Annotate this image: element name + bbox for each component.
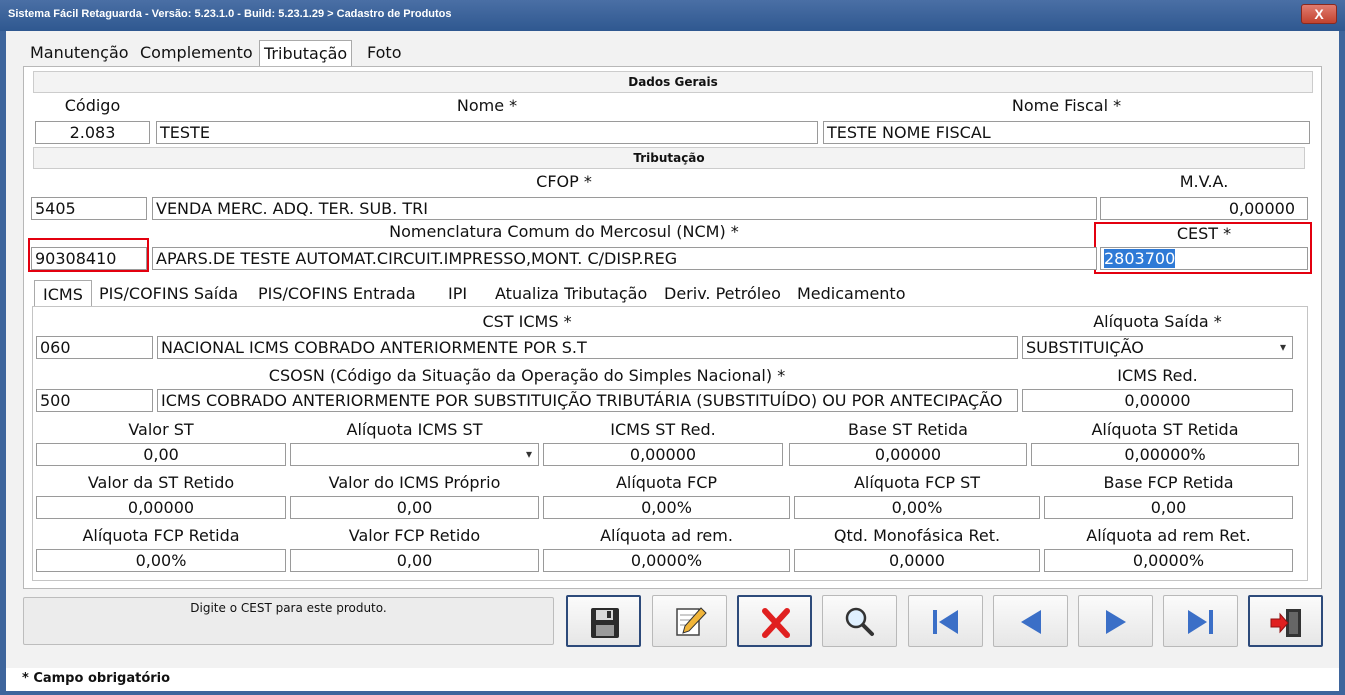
subtab-atualiza-tributacao[interactable]: Atualiza Tributação bbox=[491, 281, 651, 307]
edit-pencil-icon bbox=[676, 607, 707, 636]
cfop-label: CFOP * bbox=[536, 172, 592, 191]
ncm-description-field[interactable]: APARS.DE TESTE AUTOMAT.CIRCUIT.IMPRESSO,… bbox=[152, 247, 1097, 270]
first-record-button[interactable] bbox=[908, 595, 983, 647]
aliquota-icms-st-label: Alíquota ICMS ST bbox=[346, 420, 483, 439]
base-st-retida-label: Base ST Retida bbox=[848, 420, 968, 439]
delete-x-icon bbox=[762, 608, 790, 638]
aliquota-ad-rem-ret-field[interactable]: 0,0000% bbox=[1044, 549, 1293, 572]
cfop-code-field[interactable]: 5405 bbox=[31, 197, 147, 220]
icms-red-label: ICMS Red. bbox=[1117, 366, 1198, 385]
valor-fcp-retido-field[interactable]: 0,00 bbox=[290, 549, 539, 572]
aliquota-st-retida-label: Alíquota ST Retida bbox=[1091, 420, 1239, 439]
subtab-pis-cofins-saida[interactable]: PIS/COFINS Saída bbox=[95, 281, 242, 307]
icms-st-red-label: ICMS ST Red. bbox=[610, 420, 716, 439]
ncm-label: Nomenclatura Comum do Mercosul (NCM) * bbox=[389, 222, 739, 241]
delete-button[interactable] bbox=[737, 595, 812, 647]
qtd-monofasica-ret-label: Qtd. Monofásica Ret. bbox=[833, 526, 1001, 545]
cst-icms-code-field[interactable]: 060 bbox=[36, 336, 153, 359]
cest-field[interactable]: 2803700 bbox=[1100, 247, 1308, 270]
exit-button[interactable] bbox=[1248, 595, 1323, 647]
aliquota-fcp-field[interactable]: 0,00% bbox=[543, 496, 790, 519]
subtab-deriv-petroleo[interactable]: Deriv. Petróleo bbox=[660, 281, 785, 307]
base-fcp-retida-field[interactable]: 0,00 bbox=[1044, 496, 1293, 519]
aliquota-fcp-label: Alíquota FCP bbox=[615, 473, 718, 492]
icms-red-field[interactable]: 0,00000 bbox=[1022, 389, 1293, 412]
edit-button[interactable] bbox=[652, 595, 727, 647]
window-title: Sistema Fácil Retaguarda - Versão: 5.23.… bbox=[8, 8, 452, 20]
aliquota-saida-value: SUBSTITUIÇÃO bbox=[1026, 338, 1144, 357]
cst-icms-label: CST ICMS * bbox=[482, 312, 572, 331]
cst-icms-description-field[interactable]: NACIONAL ICMS COBRADO ANTERIORMENTE POR … bbox=[157, 336, 1018, 359]
floppy-disk-icon bbox=[591, 608, 619, 638]
dados-gerais-header: Dados Gerais bbox=[33, 71, 1313, 93]
nome-label: Nome * bbox=[456, 96, 518, 115]
nome-fiscal-field[interactable]: TESTE NOME FISCAL bbox=[823, 121, 1310, 144]
cest-label: CEST * bbox=[1176, 224, 1232, 243]
tab-tributacao[interactable]: Tributação bbox=[259, 40, 353, 67]
aliquota-fcp-retida-label: Alíquota FCP Retida bbox=[82, 526, 240, 545]
aliquota-st-retida-field[interactable]: 0,00000% bbox=[1031, 443, 1299, 466]
first-record-icon bbox=[933, 610, 958, 634]
valor-icms-proprio-field[interactable]: 0,00 bbox=[290, 496, 539, 519]
nome-field[interactable]: TESTE bbox=[156, 121, 818, 144]
subtab-medicamento[interactable]: Medicamento bbox=[793, 281, 909, 307]
icms-st-red-field[interactable]: 0,00000 bbox=[543, 443, 783, 466]
aliquota-saida-select[interactable]: SUBSTITUIÇÃO bbox=[1022, 336, 1293, 359]
nome-fiscal-label: Nome Fiscal * bbox=[1011, 96, 1122, 115]
cfop-description-field[interactable]: VENDA MERC. ADQ. TER. SUB. TRI bbox=[152, 197, 1097, 220]
window-titlebar: Sistema Fácil Retaguarda - Versão: 5.23.… bbox=[0, 0, 1345, 31]
subtab-ipi[interactable]: IPI bbox=[444, 281, 471, 307]
tributacao-header: Tributação bbox=[33, 147, 1305, 169]
valor-st-label: Valor ST bbox=[128, 420, 194, 439]
aliquota-fcp-st-field[interactable]: 0,00% bbox=[794, 496, 1040, 519]
tab-manutencao[interactable]: Manutenção bbox=[26, 40, 133, 66]
codigo-field[interactable]: 2.083 bbox=[35, 121, 150, 144]
aliquota-fcp-st-label: Alíquota FCP ST bbox=[853, 473, 981, 492]
aliquota-icms-st-select[interactable] bbox=[290, 443, 539, 466]
aliquota-fcp-retida-field[interactable]: 0,00% bbox=[36, 549, 286, 572]
aliquota-saida-label: Alíquota Saída * bbox=[1093, 312, 1222, 331]
previous-record-button[interactable] bbox=[993, 595, 1068, 647]
codigo-label: Código bbox=[64, 96, 121, 115]
search-button[interactable] bbox=[822, 595, 897, 647]
status-message: Digite o CEST para este produto. bbox=[23, 597, 554, 645]
base-st-retida-field[interactable]: 0,00000 bbox=[789, 443, 1027, 466]
window-close-button[interactable]: X bbox=[1301, 4, 1337, 24]
search-magnifier-icon bbox=[845, 607, 874, 636]
next-record-button[interactable] bbox=[1078, 595, 1153, 647]
last-record-icon bbox=[1188, 610, 1213, 634]
valor-icms-proprio-label: Valor do ICMS Próprio bbox=[328, 473, 501, 492]
previous-record-icon bbox=[1021, 610, 1041, 634]
valor-st-field[interactable]: 0,00 bbox=[36, 443, 286, 466]
subtab-pis-cofins-entrada[interactable]: PIS/COFINS Entrada bbox=[254, 281, 420, 307]
save-button[interactable] bbox=[566, 595, 641, 647]
aliquota-ad-rem-label: Alíquota ad rem. bbox=[600, 526, 733, 545]
valor-fcp-retido-label: Valor FCP Retido bbox=[348, 526, 481, 545]
subtab-icms[interactable]: ICMS bbox=[34, 280, 92, 307]
ncm-code-field[interactable]: 90308410 bbox=[31, 247, 147, 270]
qtd-monofasica-ret-field[interactable]: 0,0000 bbox=[794, 549, 1040, 572]
exit-door-icon bbox=[1270, 609, 1301, 637]
next-record-icon bbox=[1106, 610, 1126, 634]
required-field-footer: * Campo obrigatório bbox=[6, 668, 1339, 691]
mva-label: M.V.A. bbox=[1179, 172, 1229, 191]
csosn-label: CSOSN (Código da Situação da Operação do… bbox=[268, 366, 786, 385]
last-record-button[interactable] bbox=[1163, 595, 1238, 647]
tab-foto[interactable]: Foto bbox=[363, 40, 405, 66]
base-fcp-retida-label: Base FCP Retida bbox=[1103, 473, 1234, 492]
valor-st-retido-field[interactable]: 0,00000 bbox=[36, 496, 286, 519]
tab-complemento[interactable]: Complemento bbox=[136, 40, 257, 66]
mva-field[interactable]: 0,00000 bbox=[1100, 197, 1308, 220]
csosn-code-field[interactable]: 500 bbox=[36, 389, 153, 412]
aliquota-ad-rem-field[interactable]: 0,0000% bbox=[543, 549, 790, 572]
valor-st-retido-label: Valor da ST Retido bbox=[87, 473, 235, 492]
aliquota-ad-rem-ret-label: Alíquota ad rem Ret. bbox=[1086, 526, 1251, 545]
csosn-description-field[interactable]: ICMS COBRADO ANTERIORMENTE POR SUBSTITUI… bbox=[157, 389, 1018, 412]
cest-selected-value: 2803700 bbox=[1104, 249, 1176, 268]
